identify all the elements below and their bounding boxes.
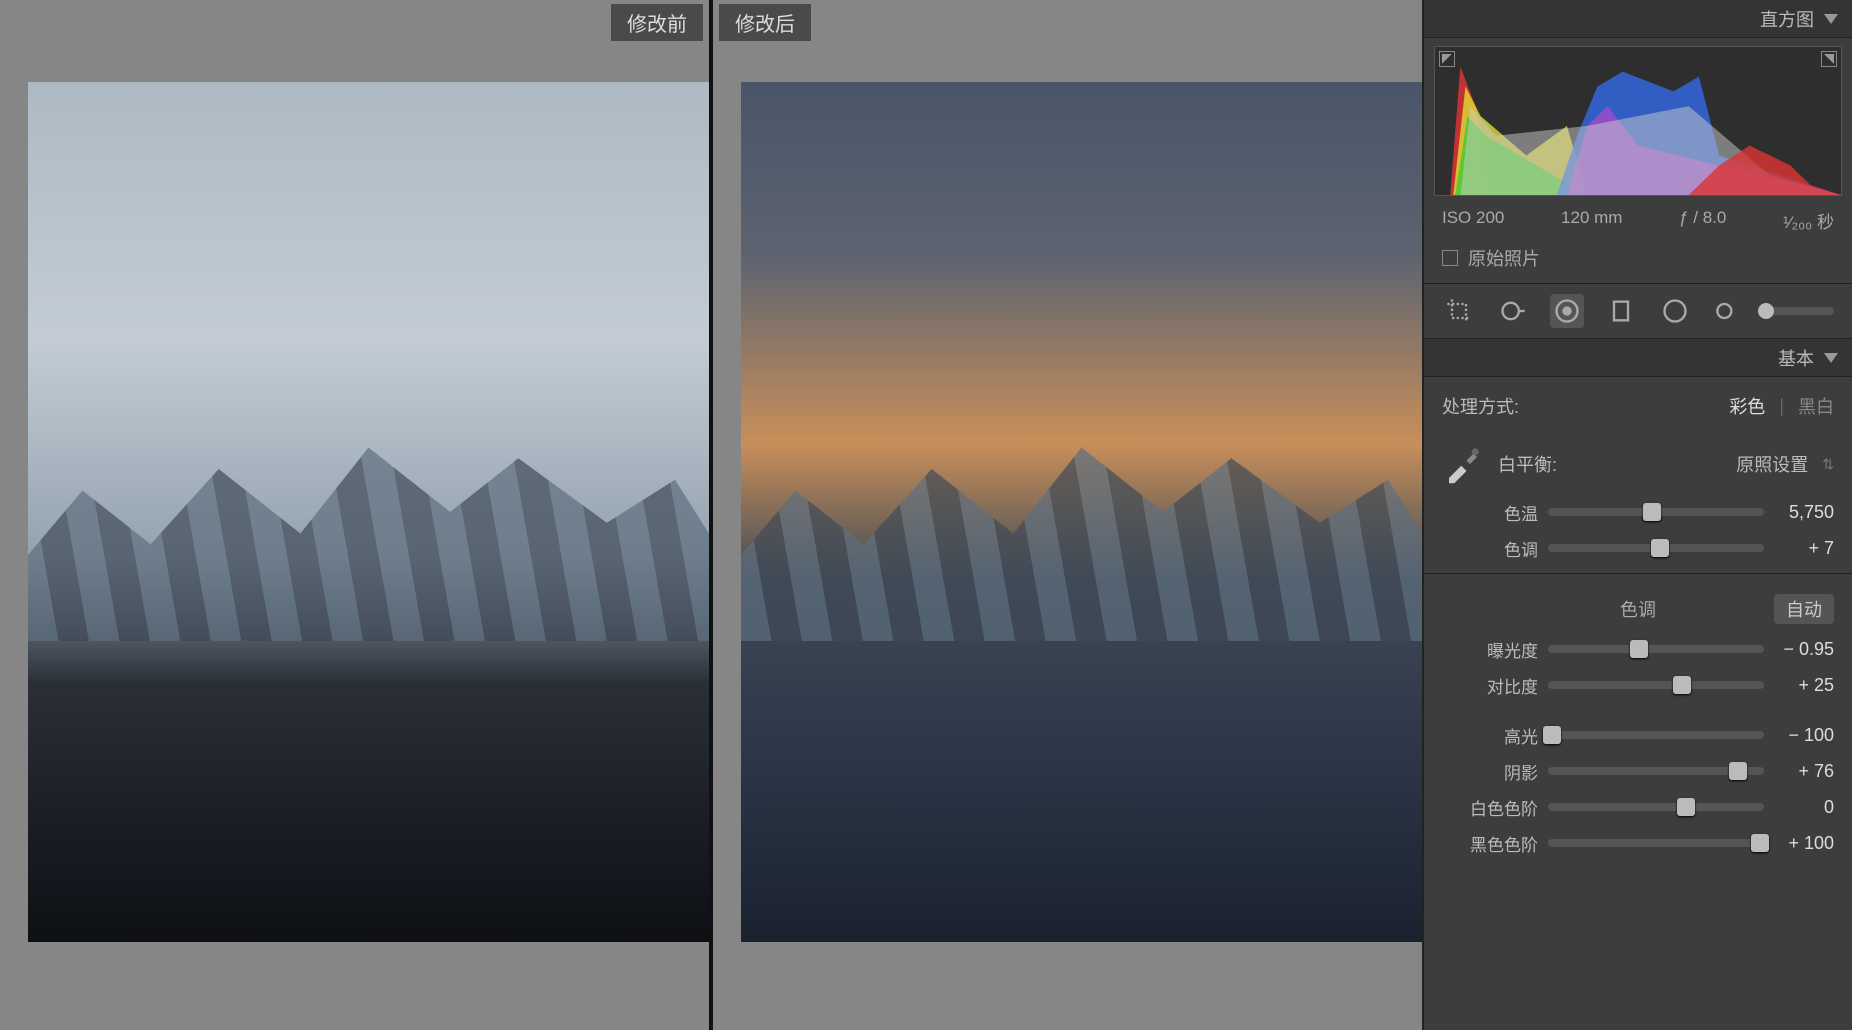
- shadow-clipping-toggle[interactable]: [1439, 51, 1455, 67]
- chevron-down-icon[interactable]: [1824, 353, 1838, 363]
- radial-filter-tool-icon[interactable]: [1658, 294, 1692, 328]
- exif-iso: ISO 200: [1442, 208, 1504, 233]
- after-tab-label: 修改后: [719, 4, 811, 41]
- highlight-clipping-toggle[interactable]: [1821, 51, 1837, 67]
- chevron-down-icon[interactable]: [1824, 14, 1838, 24]
- histogram-chart[interactable]: [1434, 46, 1842, 196]
- tone-section-label: 色调: [1502, 596, 1774, 622]
- whites-slider[interactable]: 白色色阶 0: [1442, 792, 1834, 822]
- tone-section-header: 色调 自动: [1442, 584, 1834, 628]
- mask-amount-slider[interactable]: [1766, 307, 1834, 315]
- spot-heal-tool-icon[interactable]: [1496, 294, 1530, 328]
- shadows-slider[interactable]: 阴影 + 76: [1442, 756, 1834, 786]
- basic-panel-header[interactable]: 基本: [1424, 339, 1852, 377]
- updown-icon[interactable]: ⇅: [1822, 456, 1834, 473]
- contrast-slider[interactable]: 对比度 + 25: [1442, 670, 1834, 700]
- grad-filter-tool-icon[interactable]: [1604, 294, 1638, 328]
- histogram-panel-header[interactable]: 直方图: [1424, 0, 1852, 38]
- before-image[interactable]: [28, 82, 709, 942]
- after-image[interactable]: [741, 82, 1422, 942]
- blacks-slider[interactable]: 黑色色阶 + 100: [1442, 828, 1834, 858]
- preview-after-pane[interactable]: 修改后: [709, 0, 1422, 1030]
- white-balance-row: 白平衡: 原照设置 ⇅: [1442, 437, 1834, 491]
- basic-title: 基本: [1778, 345, 1814, 371]
- original-checkbox[interactable]: [1442, 250, 1458, 266]
- redeye-tool-icon[interactable]: [1550, 294, 1584, 328]
- before-after-preview: 修改前 修改后: [0, 0, 1422, 1030]
- before-tab-label: 修改前: [611, 4, 703, 41]
- histogram-svg: [1435, 47, 1841, 195]
- auto-tone-button[interactable]: 自动: [1774, 594, 1834, 624]
- exif-shutter: ¹⁄₂₀₀ 秒: [1783, 208, 1834, 233]
- original-photo-row[interactable]: 原始照片: [1424, 237, 1852, 284]
- crop-tool-icon[interactable]: [1442, 294, 1476, 328]
- treatment-color[interactable]: 彩色: [1729, 393, 1765, 419]
- exif-focal: 120 mm: [1561, 208, 1622, 233]
- exif-row: ISO 200 120 mm ƒ / 8.0 ¹⁄₂₀₀ 秒: [1424, 204, 1852, 237]
- histogram-title: 直方图: [1760, 6, 1814, 32]
- brush-tool-icon[interactable]: [1712, 294, 1746, 328]
- exposure-slider[interactable]: 曝光度 − 0.95: [1442, 634, 1834, 664]
- wb-preset-dropdown[interactable]: 原照设置: [1736, 451, 1808, 477]
- treatment-bw[interactable]: 黑白: [1798, 393, 1834, 419]
- eyedropper-icon[interactable]: [1442, 443, 1484, 485]
- treatment-row: 处理方式: 彩色 | 黑白: [1442, 387, 1834, 431]
- temp-slider[interactable]: 色温 5,750: [1442, 497, 1834, 527]
- treatment-label: 处理方式:: [1442, 393, 1519, 419]
- wb-label: 白平衡:: [1498, 451, 1557, 477]
- tool-strip: [1424, 284, 1852, 339]
- exif-aperture: ƒ / 8.0: [1679, 208, 1726, 233]
- original-label: 原始照片: [1468, 245, 1540, 271]
- highlights-slider[interactable]: 高光 − 100: [1442, 720, 1834, 750]
- develop-right-panel: 直方图 ISO 200 120 mm ƒ / 8.0 ¹⁄₂₀₀ 秒 原始照片: [1422, 0, 1852, 1030]
- tint-slider[interactable]: 色调 + 7: [1442, 533, 1834, 563]
- preview-before-pane[interactable]: 修改前: [0, 0, 709, 1030]
